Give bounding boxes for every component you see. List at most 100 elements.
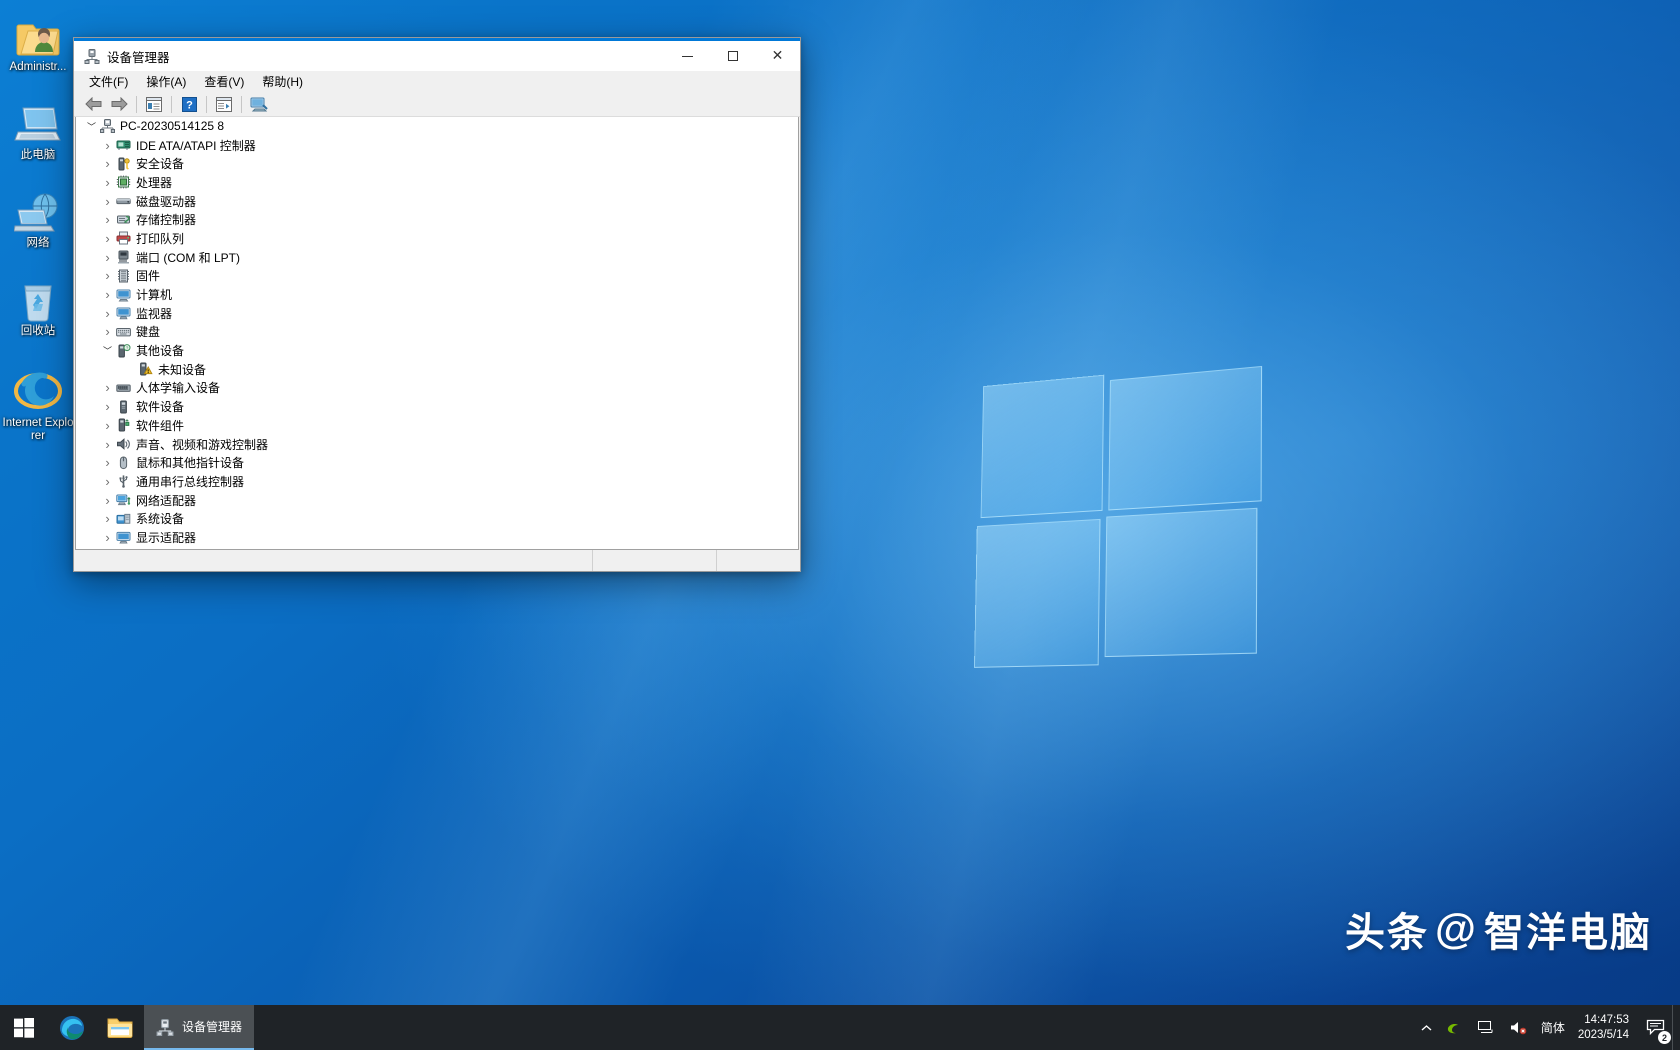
network-tray-icon[interactable] — [1470, 1005, 1502, 1050]
clock[interactable]: 14:47:53 2023/5/14 — [1572, 1005, 1639, 1050]
show-hidden-tray-icon[interactable] — [1414, 1005, 1439, 1050]
chevron-right-icon[interactable]: › — [100, 437, 115, 452]
start-button[interactable] — [0, 1005, 48, 1050]
chevron-right-icon[interactable]: › — [100, 511, 115, 526]
tree-item-8[interactable]: ›固件 — [76, 267, 798, 286]
tree-item-4[interactable]: ›磁盘驱动器 — [76, 192, 798, 211]
chevron-right-icon[interactable]: › — [100, 530, 115, 545]
device-manager-icon — [156, 1018, 174, 1036]
menu-bar[interactable]: 文件(F) 操作(A) 查看(V) 帮助(H) — [74, 71, 800, 92]
device-manager-window[interactable]: 设备管理器 ✕ 文件(F) 操作(A) 查看(V) 帮助(H) — [73, 37, 801, 572]
tree-item-15[interactable]: ›软件设备 — [76, 397, 798, 416]
window-titlebar[interactable]: 设备管理器 ✕ — [74, 41, 800, 71]
close-button[interactable]: ✕ — [755, 41, 800, 71]
tree-item-7[interactable]: ›端口 (COM 和 LPT) — [76, 248, 798, 267]
maximize-button[interactable] — [710, 41, 755, 71]
chevron-right-icon[interactable]: › — [100, 138, 115, 153]
tree-item-9[interactable]: ›计算机 — [76, 285, 798, 304]
tree-item-14[interactable]: ›人体学输入设备 — [76, 379, 798, 398]
tree-item-label: 软件组件 — [136, 417, 184, 434]
system-tray[interactable]: 简体 14:47:53 2023/5/14 2 — [1414, 1005, 1680, 1050]
desktop-icon-recycle-bin[interactable]: 回收站 — [2, 272, 74, 338]
tree-root-row[interactable]: ﹀ PC-20230514125 8 — [76, 117, 798, 136]
device-tree[interactable]: ﹀ PC-20230514125 8 ›IDE ATA/ATAPI 控制器›安全… — [75, 117, 799, 550]
chevron-right-icon[interactable]: › — [100, 212, 115, 227]
toolbar-separator — [241, 96, 242, 113]
desktop-icon-network[interactable]: 网络 — [2, 184, 74, 250]
tree-item-19[interactable]: ›通用串行总线控制器 — [76, 472, 798, 491]
chevron-right-icon[interactable]: › — [100, 474, 115, 489]
chevron-right-icon[interactable]: › — [100, 399, 115, 414]
back-icon[interactable] — [80, 93, 106, 116]
file-explorer-icon[interactable] — [96, 1005, 144, 1050]
tree-item-17[interactable]: ›声音、视频和游戏控制器 — [76, 435, 798, 454]
menu-view[interactable]: 查看(V) — [195, 71, 253, 92]
status-bar — [74, 550, 800, 571]
chevron-right-icon[interactable]: › — [100, 455, 115, 470]
chevron-right-icon[interactable]: › — [100, 231, 115, 246]
task-list[interactable]: 设备管理器 — [144, 1005, 254, 1050]
desktop-icon-internet-explorer[interactable]: Internet Explorer — [2, 364, 74, 443]
chevron-right-icon[interactable]: › — [100, 250, 115, 265]
minimize-button[interactable] — [665, 41, 710, 71]
chevron-right-icon[interactable]: › — [100, 156, 115, 171]
desktop-icon-this-pc[interactable]: 此电脑 — [2, 96, 74, 162]
tree-item-22[interactable]: ›显示适配器 — [76, 528, 798, 547]
watermark-at: @ — [1435, 905, 1478, 953]
menu-file[interactable]: 文件(F) — [80, 71, 137, 92]
tree-item-1[interactable]: ›IDE ATA/ATAPI 控制器 — [76, 136, 798, 155]
action-center-icon[interactable]: 2 — [1639, 1005, 1672, 1050]
show-hidden-icon[interactable] — [211, 93, 237, 116]
chevron-right-icon[interactable]: › — [100, 380, 115, 395]
volume-muted-icon[interactable] — [1502, 1005, 1534, 1050]
ime-icon[interactable]: 简体 — [1534, 1005, 1572, 1050]
svg-text:?: ? — [126, 345, 129, 350]
computer-icon — [115, 287, 132, 303]
scan-hardware-icon[interactable] — [246, 93, 272, 116]
task-device-manager[interactable]: 设备管理器 — [144, 1005, 254, 1050]
taskbar[interactable]: 设备管理器 简体 14:47:53 2023/5 — [0, 1005, 1680, 1050]
computer-root-icon — [99, 118, 116, 134]
tree-item-3[interactable]: › 处理器 — [76, 173, 798, 192]
security-device-icon — [115, 156, 132, 172]
tree-item-13[interactable]: 未知设备 — [76, 360, 798, 379]
menu-help[interactable]: 帮助(H) — [253, 71, 312, 92]
tree-item-5[interactable]: ›存储控制器 — [76, 210, 798, 229]
tree-item-label: 处理器 — [136, 174, 172, 191]
watermark-brand: 头条 — [1345, 900, 1429, 958]
chevron-right-icon[interactable]: › — [100, 268, 115, 283]
tree-item-11[interactable]: ›键盘 — [76, 323, 798, 342]
tree-item-12[interactable]: ﹀?其他设备 — [76, 341, 798, 360]
help-icon[interactable]: ? — [176, 93, 202, 116]
chevron-right-icon[interactable]: › — [100, 194, 115, 209]
window-controls[interactable]: ✕ — [665, 41, 800, 71]
chevron-right-icon[interactable]: › — [100, 287, 115, 302]
nvidia-icon[interactable] — [1439, 1005, 1470, 1050]
chevron-right-icon[interactable]: › — [100, 324, 115, 339]
tree-item-21[interactable]: ›系统设备 — [76, 509, 798, 528]
chevron-down-icon[interactable]: ﹀ — [84, 120, 99, 133]
toolbar[interactable]: ? — [74, 92, 800, 117]
tree-item-18[interactable]: ›鼠标和其他指针设备 — [76, 453, 798, 472]
tree-item-10[interactable]: ›监视器 — [76, 304, 798, 323]
software-component-icon — [115, 417, 132, 433]
tree-item-20[interactable]: › 网络适配器 — [76, 491, 798, 510]
tree-item-6[interactable]: ›打印队列 — [76, 229, 798, 248]
desktop-icon-user-folder[interactable]: Administr... — [2, 8, 74, 74]
chevron-right-icon[interactable]: › — [100, 493, 115, 508]
chevron-right-icon[interactable]: › — [100, 175, 115, 190]
chevron-down-icon[interactable]: ﹀ — [100, 344, 115, 357]
menu-action[interactable]: 操作(A) — [137, 71, 195, 92]
desktop[interactable]: Administr... 此电脑 网络 — [0, 0, 1680, 1050]
tree-item-label: 网络适配器 — [136, 492, 196, 509]
tree-item-2[interactable]: ›安全设备 — [76, 154, 798, 173]
tree-node-list[interactable]: ›IDE ATA/ATAPI 控制器›安全设备›处理器›磁盘驱动器›存储控制器›… — [76, 136, 798, 547]
tree-item-16[interactable]: › 软件组件 — [76, 416, 798, 435]
show-desktop-button[interactable] — [1672, 1005, 1678, 1050]
edge-icon[interactable] — [48, 1005, 96, 1050]
hid-icon — [115, 380, 132, 396]
chevron-right-icon[interactable]: › — [100, 418, 115, 433]
forward-icon[interactable] — [106, 93, 132, 116]
chevron-right-icon[interactable]: › — [100, 306, 115, 321]
properties-icon[interactable] — [141, 93, 167, 116]
